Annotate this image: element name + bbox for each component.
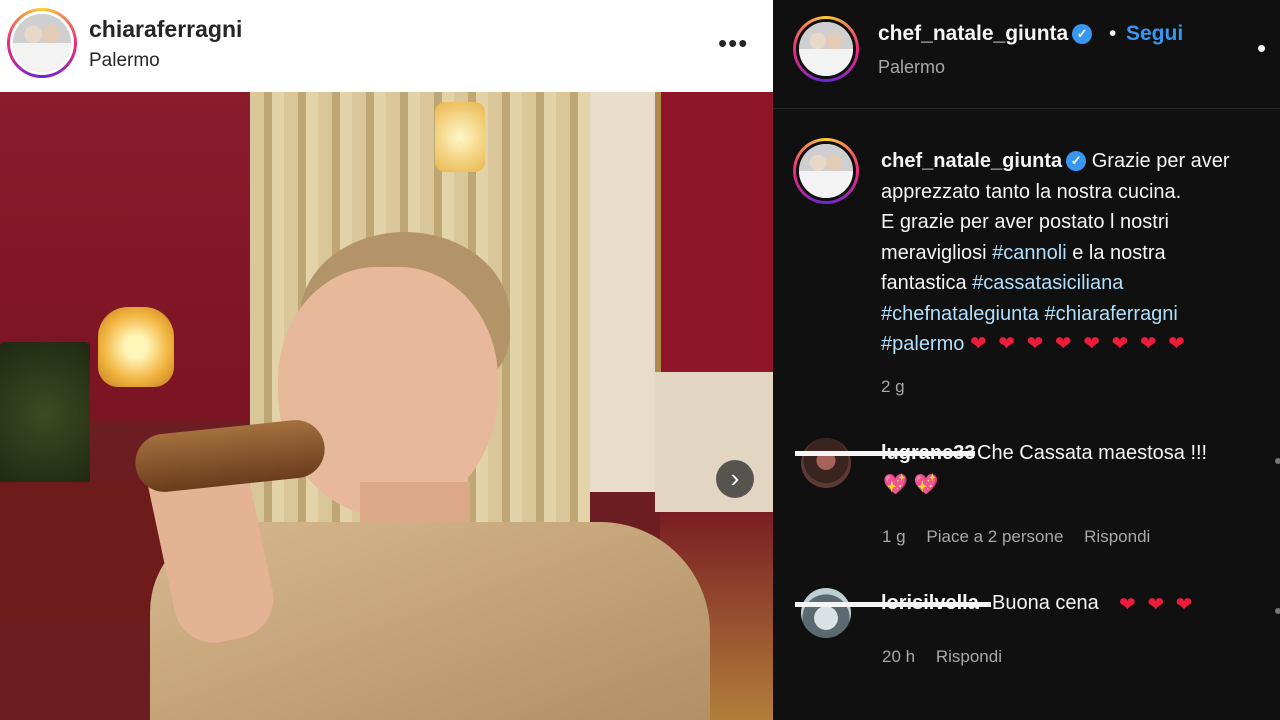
redaction-bar [795, 451, 975, 456]
post-caption: chef_natale_giunta ✓ Grazie per aver appr… [881, 146, 1271, 360]
comment-text: Che Cassata maestosa !!! [977, 442, 1208, 464]
separator-dot: • [1109, 22, 1117, 45]
comment-avatar[interactable] [801, 438, 851, 488]
post-photo[interactable]: › [0, 92, 773, 720]
verified-badge-icon: ✓ [1072, 24, 1093, 44]
heart-emoji-icons: ❤ ❤ ❤ [1119, 594, 1196, 616]
caption-line: E grazie per aver postato l nostri [881, 211, 1169, 233]
caption-line: meravigliosi [881, 241, 993, 264]
next-photo-button[interactable]: › [716, 460, 754, 498]
left-avatar[interactable] [7, 8, 77, 78]
hashtag-link[interactable]: #palermo [881, 333, 964, 355]
sparkling-heart-icons: 💖 💖 [883, 474, 939, 496]
caption-username[interactable]: chef_natale_giunta [881, 150, 1062, 172]
right-comments-panel: chef_natale_giunta ✓ • Segui Palermo • ch… [773, 0, 1280, 720]
hashtag-link[interactable]: #cassatasiciliana [972, 272, 1123, 294]
left-more-options-icon[interactable]: ••• [718, 28, 748, 59]
hashtag-link[interactable]: #cannoli [992, 242, 1067, 264]
comment-like-icon[interactable] [1275, 458, 1280, 464]
caption-verified-icon: ✓ [1066, 151, 1087, 171]
right-avatar[interactable] [793, 16, 859, 82]
left-post: chiaraferragni Palermo ••• › [0, 0, 773, 720]
comment-avatar[interactable] [801, 588, 851, 638]
caption-line: e la nostra [1066, 241, 1166, 264]
reply-button[interactable]: Rispondi [936, 647, 1002, 666]
caption-line: Grazie per aver [1091, 150, 1230, 172]
right-username[interactable]: chef_natale_giunta ✓ [878, 22, 1093, 46]
right-location[interactable]: Palermo [878, 57, 945, 78]
heart-emoji-icons: ❤ ❤ ❤ ❤ ❤ ❤ ❤ ❤ [969, 333, 1188, 355]
left-post-header: chiaraferragni Palermo ••• [0, 0, 773, 92]
comment-meta: 20 h Rispondi [882, 647, 1002, 667]
comment-meta: 1 g Piace a 2 persone Rispondi [882, 527, 1150, 547]
comment-time[interactable]: 20 h [882, 647, 915, 666]
comment-time[interactable]: 1 g [882, 527, 906, 546]
comment-like-icon[interactable] [1275, 608, 1280, 614]
caption-timestamp[interactable]: 2 g [881, 377, 905, 397]
caption-line: fantastica [881, 272, 973, 294]
caption-avatar[interactable] [793, 138, 859, 204]
caption-line: apprezzato tanto la nostra cucina. [881, 180, 1182, 203]
hashtag-link[interactable]: #chefnatalegiunta #chiaraferragni [881, 303, 1178, 325]
left-username[interactable]: chiaraferragni [89, 16, 242, 43]
right-more-options-icon[interactable]: • [1257, 33, 1266, 64]
redaction-bar [795, 602, 991, 607]
left-location[interactable]: Palermo [89, 50, 160, 72]
follow-button[interactable]: Segui [1126, 22, 1183, 46]
header-divider [773, 108, 1280, 109]
reply-button[interactable]: Rispondi [1084, 527, 1150, 546]
comment-text: Buona cena [992, 592, 1099, 614]
comment-likes[interactable]: Piace a 2 persone [926, 527, 1063, 546]
